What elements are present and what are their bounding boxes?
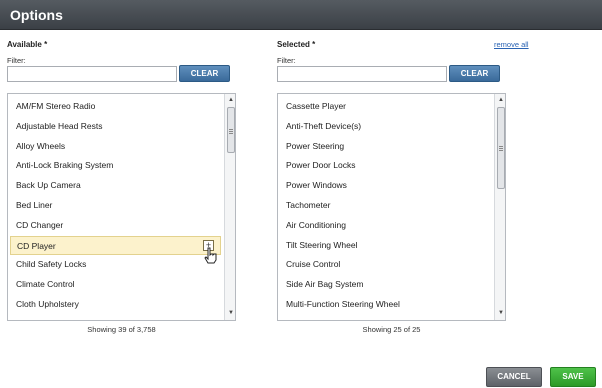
available-clear-button[interactable]: CLEAR — [179, 65, 230, 82]
available-label: Available * — [7, 40, 47, 49]
available-scrollbar[interactable]: ▲ ▼ — [224, 94, 235, 320]
scroll-down-icon[interactable]: ▼ — [225, 308, 235, 319]
available-list[interactable]: AM/FM Stereo Radio Adjustable Head Rests A… — [7, 93, 236, 321]
list-item[interactable]: Anti-Theft Device(s) — [280, 117, 491, 136]
scroll-up-icon[interactable]: ▲ — [495, 95, 505, 106]
list-item[interactable]: CD Changer — [10, 216, 221, 235]
save-button[interactable]: SAVE — [550, 367, 596, 387]
list-item[interactable]: Cassette Player — [280, 97, 491, 116]
required-marker: * — [44, 40, 48, 49]
available-filter-label: Filter: — [7, 56, 26, 65]
list-item[interactable]: Multi-Function Steering Wheel — [280, 295, 491, 314]
title-bar: Options — [0, 0, 602, 30]
remove-all-link[interactable]: remove all — [494, 40, 529, 49]
selected-scrollbar[interactable]: ▲ ▼ — [494, 94, 505, 320]
list-item[interactable]: Power Windows — [280, 176, 491, 195]
list-item[interactable]: Tilt Steering Wheel — [280, 236, 491, 255]
required-marker: * — [312, 40, 316, 49]
list-item[interactable]: Power Steering — [280, 137, 491, 156]
available-label-text: Available — [7, 40, 42, 49]
selected-clear-button[interactable]: CLEAR — [449, 65, 500, 82]
list-item[interactable]: Back Up Camera — [10, 176, 221, 195]
list-item[interactable]: Anti-Lock Braking System — [10, 156, 221, 175]
list-item[interactable]: AM/FM Stereo Radio — [10, 97, 221, 116]
list-item[interactable]: Alloy Wheels — [10, 137, 221, 156]
page-title: Options — [10, 7, 63, 23]
selected-label: Selected * — [277, 40, 315, 49]
cancel-button[interactable]: CANCEL — [486, 367, 542, 387]
list-item[interactable]: Tachometer — [280, 196, 491, 215]
selected-filter-label: Filter: — [277, 56, 296, 65]
list-item[interactable]: Climate Control — [10, 275, 221, 294]
available-scroll-thumb[interactable] — [227, 107, 235, 153]
selected-showing-count: Showing 25 of 25 — [362, 325, 421, 334]
selected-label-text: Selected — [277, 40, 310, 49]
list-item[interactable]: Child Safety Locks — [10, 255, 221, 274]
scroll-up-icon[interactable]: ▲ — [225, 95, 235, 106]
list-item[interactable]: Air Conditioning — [280, 216, 491, 235]
available-showing-count: Showing 39 of 3,758 — [87, 325, 156, 334]
list-item[interactable]: Power Door Locks — [280, 156, 491, 175]
selected-filter-input[interactable] — [277, 66, 447, 82]
list-item[interactable]: Cloth Upholstery — [10, 295, 221, 314]
selected-scroll-thumb[interactable] — [497, 107, 505, 189]
list-item[interactable]: Cruise Control — [280, 255, 491, 274]
list-item[interactable]: Bed Liner — [10, 196, 221, 215]
available-filter-input[interactable] — [7, 66, 177, 82]
scroll-down-icon[interactable]: ▼ — [495, 308, 505, 319]
selected-list[interactable]: Cassette Player Anti-Theft Device(s) Power… — [277, 93, 506, 321]
list-item[interactable]: Side Air Bag System — [280, 275, 491, 294]
list-item-highlighted[interactable]: CD Player + — [10, 235, 221, 264]
list-item[interactable]: Adjustable Head Rests — [10, 117, 221, 136]
